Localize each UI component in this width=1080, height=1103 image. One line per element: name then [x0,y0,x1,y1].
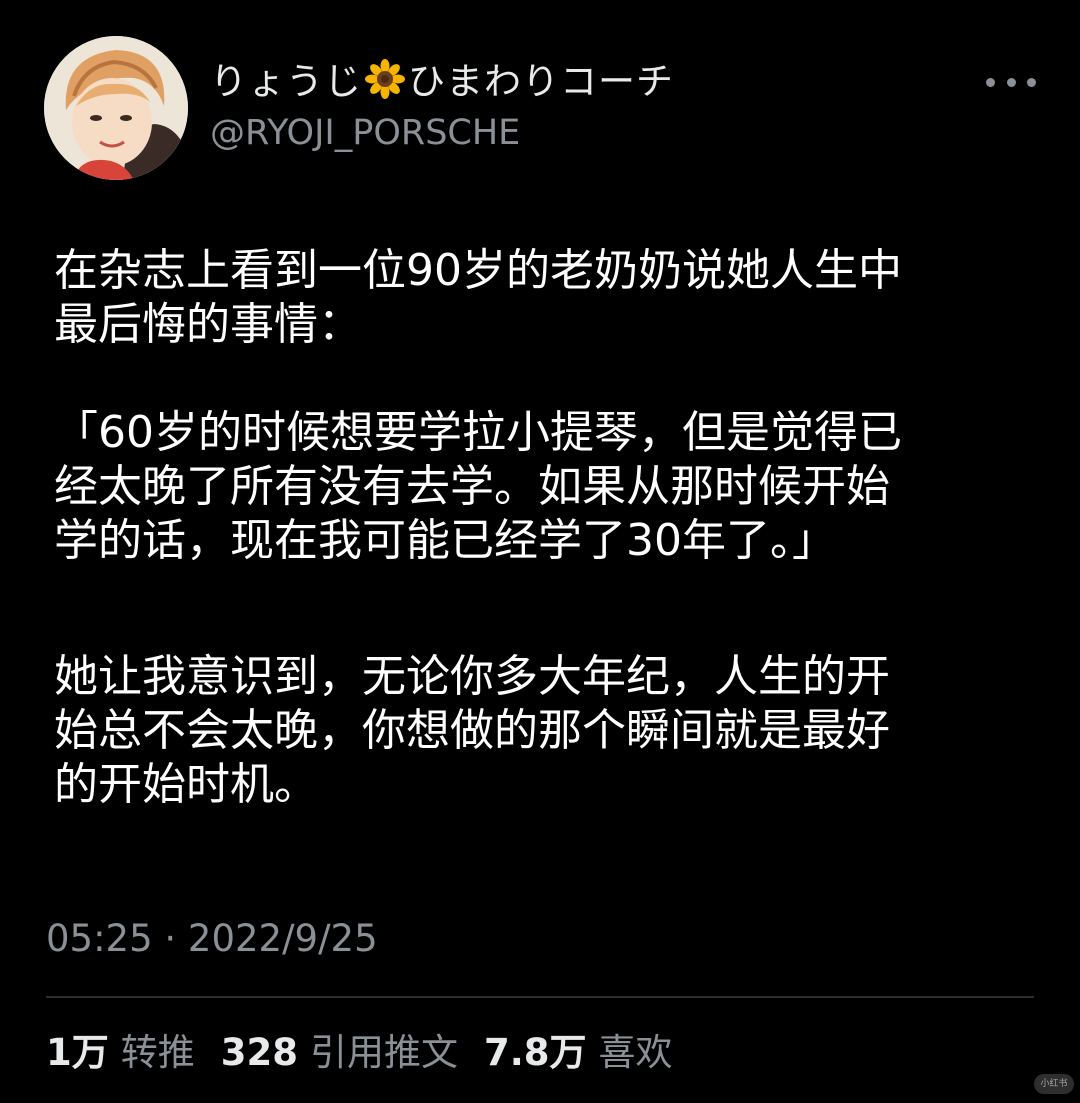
likes-label: 喜欢 [598,1031,673,1074]
watermark-badge: 小红书 [1034,1074,1074,1094]
tweet-text-line: 学的话，现在我可能已经学了30年了。」 [54,515,836,566]
tweet-text-line: 最后悔的事情： [54,299,362,350]
author-name-part1: りょうじ [210,60,362,103]
author-handle[interactable]: @RYOJI_PORSCHE [210,110,520,156]
tweet-paragraph-3: 她让我意识到，无论你多大年纪，人生的开 始总不会太晚，你想做的那个瞬间就是最好 … [54,650,1024,812]
likes-stat[interactable]: 7.8万 喜欢 [484,1028,673,1078]
engagement-stats: 1万 转推 328 引用推文 7.8万 喜欢 [46,1028,699,1078]
tweet-text-line: 在杂志上看到一位90岁的老奶奶说她人生中 [54,245,902,296]
tweet-text-line: 经太晚了所有没有去学。如果从那时候开始 [54,461,890,512]
tweet-text-line: 「60岁的时候想要学拉小提琴，但是觉得已 [54,407,902,458]
tweet-paragraph-1: 在杂志上看到一位90岁的老奶奶说她人生中 最后悔的事情： [54,244,1024,352]
avatar-illustration [44,36,188,180]
retweets-count: 1万 [46,1031,109,1074]
tweet-paragraph-2: 「60岁的时候想要学拉小提琴，但是觉得已 经太晚了所有没有去学。如果从那时候开始… [54,406,1024,568]
tweet-text-line: 的开始时机。 [54,759,318,810]
sunflower-icon [364,58,406,112]
tweet-text-line: 她让我意识到，无论你多大年纪，人生的开 [54,651,890,702]
quotes-count: 328 [220,1031,298,1074]
more-horizontal-icon-dot [1027,77,1036,87]
more-horizontal-icon-dot [1006,77,1016,87]
tweet-card: りょうじ ひまわりコーチ @RYOJI_PORSCHE 在杂志上看到一位90岁的… [0,0,1080,1103]
more-horizontal-icon-dot [986,77,995,87]
more-options-button[interactable] [986,64,1036,100]
divider [46,996,1034,998]
author-name-part2: ひまわりコーチ [408,60,674,103]
tweet-timestamp[interactable]: 05:25 · 2022/9/25 [46,915,378,963]
retweets-stat[interactable]: 1万 转推 [46,1028,195,1078]
tweet-text-line: 始总不会太晚，你想做的那个瞬间就是最好 [54,705,890,756]
quotes-label: 引用推文 [309,1031,458,1074]
retweets-label: 转推 [120,1031,195,1074]
quotes-stat[interactable]: 328 引用推文 [221,1028,458,1078]
likes-count: 7.8万 [483,1031,587,1074]
author-display-name[interactable]: りょうじ ひまわりコーチ [210,58,674,112]
avatar[interactable] [44,36,188,180]
